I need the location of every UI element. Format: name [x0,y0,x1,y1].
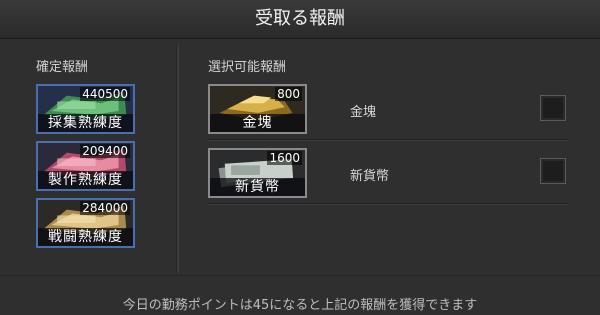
reward-name-currency: 新貨幣 [350,169,390,184]
selectable-reward-card-currency[interactable]: 1600 新貨幣 [208,148,307,198]
reward-amount: 440500 [80,87,130,101]
selectable-rewards-heading: 選択可能報酬 [208,60,287,75]
selectable-reward-card-gold[interactable]: 800 金塊 [208,84,307,134]
footer-divider [0,275,600,276]
reward-label: 採集熟練度 [38,114,133,132]
reward-name-gold: 金塊 [350,105,377,120]
row-divider [208,203,568,205]
reward-label: 戦闘熟練度 [38,228,133,246]
fixed-reward-card-gathering[interactable]: 440500 採集熟練度 [36,84,135,134]
section-divider [176,45,179,273]
fixed-reward-card-combat[interactable]: 284000 戦闘熟練度 [36,198,135,248]
reward-amount: 284000 [80,201,130,215]
currency-select-checkbox[interactable] [540,158,566,184]
reward-amount: 1600 [267,151,302,165]
reward-label: 製作熟練度 [38,171,133,189]
fixed-reward-card-crafting[interactable]: 209400 製作熟練度 [36,141,135,191]
gold-select-checkbox[interactable] [540,95,566,121]
footer-message: 今日の勤務ポイントは45になると上記の報酬を獲得できます [122,298,478,313]
reward-label: 新貨幣 [210,178,305,196]
window-title: 受取る報酬 [0,0,600,39]
reward-label: 金塊 [210,114,305,132]
reward-amount: 209400 [80,144,130,158]
reward-amount: 800 [275,87,302,101]
fixed-rewards-heading: 確定報酬 [36,60,89,75]
row-divider [208,139,568,141]
